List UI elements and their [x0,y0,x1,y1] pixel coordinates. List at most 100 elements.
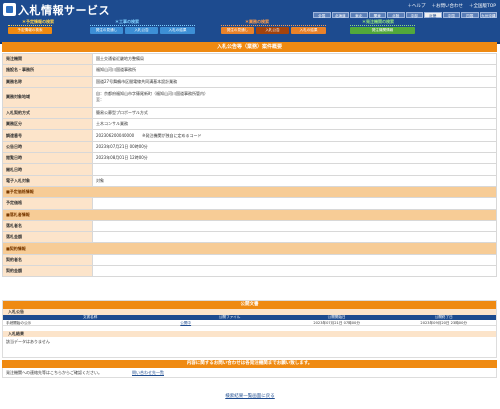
service-result-button[interactable]: 入札の結果 [291,27,326,34]
document-row: 手続開始の公示 公開中 2023年07月21日 07時00分 2023年09月2… [3,320,496,326]
table-row: 施設名・事務所 福知山河川国道事務所 [2,64,497,77]
row-value [92,163,497,176]
agency-info-button[interactable]: 発注機関情報 [350,27,415,34]
section-heading: ■落札者情報 [2,208,497,221]
table-row: 閲覧日時 2023年08月01日 12時00分 [2,152,497,165]
site-logo-icon [3,3,16,16]
row-label: 開札日時 [2,163,93,176]
table-section-row: ■落札者情報 [2,208,497,221]
row-value: 2023年08月01日 12時00分 [92,152,497,165]
region-tab-tohoku[interactable]: 東北 [350,12,368,18]
region-tab-shikoku[interactable]: 四国 [461,12,479,18]
region-tab-kinki[interactable]: 近畿 [424,12,442,18]
site-header: 入札情報サービス ＋ヘルプ ＋お問い合わせ ＋全国版TOP 全国 北海道 東北 … [0,0,500,44]
national-top-link[interactable]: ＋全国版TOP [469,3,496,9]
row-value [92,253,497,267]
table-row: 業務区分 土木コンサル業務 [2,118,497,131]
region-tab-zenkoku[interactable]: 全国 [313,12,331,18]
row-label: 契約金額 [2,265,93,278]
table-row: 発注機関 国土交通省近畿地方整備局 [2,52,497,66]
region-tab-hokkaido[interactable]: 北海道 [331,12,349,18]
row-label: 施設名・事務所 [2,64,93,77]
nav-divider [8,25,52,26]
construction-outlook-button[interactable]: 発注の見通し [90,27,123,34]
help-link[interactable]: ＋ヘルプ [407,3,425,9]
row-label: 調達番号 [2,129,93,142]
region-tabs: 全国 北海道 東北 関東 北陸 中部 近畿 中国 四国 九州沖縄 [313,12,497,18]
document-file-link[interactable]: 公開中 [177,320,282,325]
row-label: 発注機関 [2,52,93,66]
table-row: 業務対象地域 自：京都府福知山市字篠尾新町（福知山河川国道事務所管内） 至： [2,86,497,108]
row-label: 落札者名 [2,219,93,233]
row-value: 自：京都府福知山市字篠尾新町（福知山河川国道事務所管内） 至： [92,86,497,108]
table-row: 落札金額 [2,231,497,244]
row-value: 2023年07月21日 00時00分 [92,140,497,154]
nav-divider [221,25,326,26]
construction-result-button[interactable]: 入札の結果 [160,27,195,34]
row-value: 国土交通省近畿地方整備局 [92,52,497,66]
region-tab-chubu[interactable]: 中部 [405,12,423,18]
document-start: 2023年07月21日 07時00分 [313,321,360,325]
row-label: 閲覧日時 [2,152,93,165]
page-title: 入札公告等（業務）案件概要 [2,42,497,52]
row-value [92,197,497,210]
nav-divider [350,25,415,26]
region-tab-kyushu[interactable]: 九州沖縄 [479,12,497,18]
top-links: ＋ヘルプ ＋お問い合わせ ＋全国版TOP [407,3,496,9]
table-row: 公告日時 2023年07月21日 00時00分 [2,140,497,154]
table-row: 予定価格 [2,197,497,210]
row-value [92,231,497,244]
back-to-results-link[interactable]: 検索結果一覧画面に戻る [0,393,500,399]
documents-title: 公開文書 [3,301,496,309]
contact-text: 発注機関への連絡先等はこちらからご確認ください。 [6,369,102,375]
contact-title: 内容に関するお問い合わせは各発注機関までお願い致します。 [2,360,497,368]
table-row: 開札日時 [2,163,497,176]
contact-panel: 内容に関するお問い合わせは各発注機関までお願い致します。 発注機関への連絡先等は… [2,360,497,378]
row-value: 福知山河川国道事務所 [92,64,497,77]
row-label: 入札契約方式 [2,106,93,120]
region-tab-kanto[interactable]: 関東 [368,12,386,18]
row-value: 国道27号舞鶴市区間電線共同溝基本設計業務 [92,75,497,88]
service-notice-button[interactable]: 入札公告 [256,27,289,34]
table-row: 調達番号 202306200040000 ※発注機関が独自に定めるコード [2,129,497,142]
row-value [92,265,497,278]
document-end: 2023年09月20日 23時00分 [420,321,467,325]
table-row: 契約者名 [2,253,497,267]
row-value: 対象 [92,174,497,187]
contact-row: 発注機関への連絡先等はこちらからご確認ください。 問い合わせ先一覧 [2,368,497,378]
site-title: 入札情報サービス [18,4,110,17]
no-data-message: 該当データはありません [6,339,50,344]
contact-link[interactable]: ＋お問い合わせ [431,3,463,9]
contact-list-link[interactable]: 問い合わせ先一覧 [132,370,164,376]
detail-table: 発注機関 国土交通省近畿地方整備局 施設名・事務所 福知山河川国道事務所 業務名称国… [2,52,497,278]
table-row: 契約金額 [2,265,497,278]
row-label: 予定価格 [2,197,93,210]
table-row: 入札契約方式 簡易公募型プロポーザル方式 [2,106,497,120]
document-name: 手続開始の公示 [6,321,32,325]
schedule-search-button[interactable]: 予定情報の検索 [8,27,52,34]
row-value: 202306200040000 ※発注機関が独自に定めるコード [92,129,497,142]
region-tab-hokuriku[interactable]: 北陸 [387,12,405,18]
table-section-row: ■予定価格情報 [2,185,497,199]
table-row: 業務名称 国道27号舞鶴市区間電線共同溝基本設計業務 [2,75,497,88]
row-label: 落札金額 [2,231,93,244]
row-label: 業務名称 [2,75,93,88]
row-value: 土木コンサル業務 [92,118,497,131]
row-label: 契約者名 [2,253,93,267]
section-heading: ■契約情報 [2,242,497,255]
documents-panel: 公開文書 入札公告 文書名称 公開ファイル 公開開始日 公開終了日 手続開始の公… [2,300,497,358]
service-outlook-button[interactable]: 発注の見通し [221,27,254,34]
table-row: 電子入札対象 対象 [2,174,497,187]
row-value [92,219,497,233]
table-section-row: ■契約情報 [2,242,497,255]
row-label: 電子入札対象 [2,174,93,187]
construction-notice-button[interactable]: 入札公告 [125,27,158,34]
row-label: 業務対象地域 [2,86,93,108]
row-value: 簡易公募型プロポーザル方式 [92,106,497,120]
nav-divider [90,25,195,26]
row-label: 業務区分 [2,118,93,131]
region-tab-chugoku[interactable]: 中国 [442,12,460,18]
table-row: 落札者名 [2,219,497,233]
section-heading: ■予定価格情報 [2,185,497,199]
row-label: 公告日時 [2,140,93,154]
